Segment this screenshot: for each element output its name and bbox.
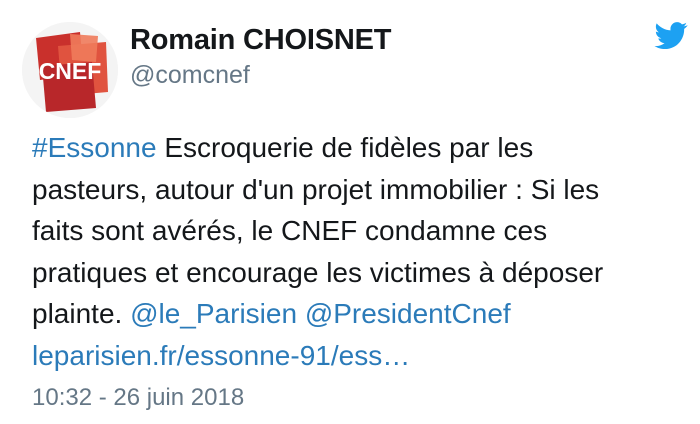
tweet-line-5-text: plainte. bbox=[32, 298, 131, 329]
tweet-line-3: faits sont avérés, le CNEF condamne ces bbox=[32, 215, 548, 246]
author-handle[interactable]: @comcnef bbox=[130, 61, 250, 90]
article-link[interactable]: leparisien.fr/essonne-91/ess… bbox=[32, 340, 410, 371]
cnef-logo-icon: CNEF bbox=[22, 22, 118, 118]
author-name[interactable]: Romain CHOISNET bbox=[130, 24, 391, 57]
tweet-line-4: pratiques et encourage les victimes à dé… bbox=[32, 256, 604, 288]
tweet-line-1-text: Escroquerie de fidèles par les bbox=[156, 132, 534, 163]
twitter-bird-icon[interactable] bbox=[654, 22, 688, 50]
tweet-timestamp[interactable]: 10:32 - 26 juin 2018 bbox=[32, 384, 244, 412]
avatar-logo-text: CNEF bbox=[39, 58, 102, 84]
mention-president-cnef[interactable]: @PresidentCnef bbox=[305, 298, 511, 329]
tweet-line-6: leparisien.fr/essonne-91/ess… bbox=[32, 335, 682, 377]
tweet-card: CNEF Romain CHOISNET @comcnef #Essonne E… bbox=[0, 0, 700, 424]
tweet-line-5: plainte. @le_Parisien @PresidentCnef bbox=[32, 293, 682, 335]
tweet-line-2: pasteurs, autour d'un projet immobilier … bbox=[32, 173, 600, 205]
hashtag-link[interactable]: #Essonne bbox=[32, 132, 157, 163]
avatar[interactable]: CNEF bbox=[22, 22, 118, 118]
tweet-line-1: #Essonne Escroquerie de fidèles par les bbox=[32, 127, 682, 169]
mention-le-parisien[interactable]: @le_Parisien bbox=[130, 298, 297, 329]
tweet-text: #Essonne Escroquerie de fidèles par les … bbox=[32, 127, 682, 376]
